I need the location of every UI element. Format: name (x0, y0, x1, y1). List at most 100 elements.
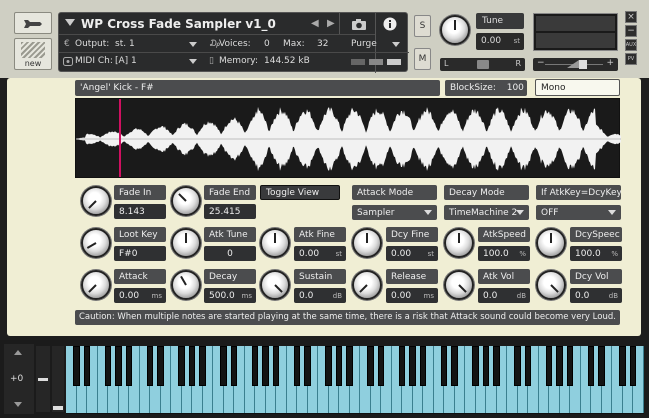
dcy-fine-knob[interactable] (352, 228, 382, 258)
pan-slider[interactable]: L R (440, 58, 525, 71)
atk-vol-knob[interactable] (444, 270, 474, 300)
channel-mode-button[interactable]: Mono (535, 79, 620, 96)
mute-button[interactable]: M (414, 48, 431, 70)
atk-vol-field[interactable]: 0.0 dB (478, 288, 530, 303)
black-key[interactable] (199, 346, 206, 386)
collapse-arrow-icon[interactable] (65, 19, 75, 27)
next-instrument-arrow-icon[interactable]: ▶ (327, 18, 335, 29)
release-knob[interactable] (352, 270, 382, 300)
black-key[interactable] (157, 346, 164, 386)
tune-knob[interactable] (440, 15, 470, 45)
black-key[interactable] (377, 346, 385, 386)
fade-in-knob[interactable] (81, 186, 111, 216)
black-key[interactable] (325, 346, 332, 386)
black-key[interactable] (598, 346, 605, 386)
black-key[interactable] (566, 346, 574, 386)
octave-down-icon[interactable] (14, 402, 22, 407)
black-key[interactable] (409, 346, 416, 386)
waveform-display[interactable] (75, 98, 621, 178)
sustain-field[interactable]: 0.0 dB (294, 288, 346, 303)
black-key[interactable] (272, 346, 280, 386)
blocksize-field[interactable]: BlockSize: 100 (445, 80, 527, 96)
minimize-button[interactable]: − (625, 25, 637, 37)
black-key[interactable] (587, 346, 595, 386)
atk-speed-knob[interactable] (444, 228, 474, 258)
attack-mode-dropdown[interactable]: Sampler (352, 205, 437, 220)
black-key[interactable] (629, 346, 637, 386)
pitch-wheel-handle[interactable] (38, 378, 48, 381)
midi-channel-value[interactable]: [A] 1 (115, 56, 137, 66)
loot-key-value[interactable]: F#0 (114, 246, 166, 261)
black-key[interactable] (125, 346, 133, 386)
atk-speed-field[interactable]: 100.0 % (478, 246, 530, 261)
attack-knob[interactable] (81, 270, 111, 300)
black-key[interactable] (251, 346, 259, 386)
fade-end-knob[interactable] (171, 186, 201, 216)
atk-tune-knob[interactable] (171, 228, 201, 258)
black-key[interactable] (524, 346, 532, 386)
black-key[interactable] (115, 346, 122, 386)
prev-instrument-arrow-icon[interactable]: ◀ (311, 18, 319, 29)
black-key[interactable] (346, 346, 353, 386)
black-key[interactable] (493, 346, 500, 386)
black-key[interactable] (440, 346, 448, 386)
wrench-button[interactable] (14, 12, 52, 34)
black-key[interactable] (419, 346, 427, 386)
toggle-view-button[interactable]: Toggle View (260, 185, 340, 200)
close-button[interactable]: × (625, 11, 637, 23)
black-key[interactable] (230, 346, 238, 386)
loot-key-knob[interactable] (81, 228, 111, 258)
black-key[interactable] (451, 346, 458, 386)
decay-mode-dropdown[interactable]: TimeMachine 2 (444, 205, 529, 220)
midi-dropdown-icon[interactable] (189, 59, 197, 64)
black-key[interactable] (619, 346, 626, 386)
info-icon[interactable] (383, 17, 397, 31)
black-key[interactable] (367, 346, 374, 386)
dcy-speed-field[interactable]: 100.0 % (570, 246, 622, 261)
atk-tune-value[interactable]: 0 (204, 246, 256, 261)
dcy-speed-knob[interactable] (536, 228, 566, 258)
pan-slider-handle[interactable] (477, 60, 489, 69)
black-key[interactable] (556, 346, 563, 386)
release-field[interactable]: 0.00 ms (386, 288, 438, 303)
black-key[interactable] (482, 346, 490, 386)
decay-knob[interactable] (171, 270, 201, 300)
camera-icon[interactable] (351, 18, 367, 30)
atk-fine-knob[interactable] (260, 228, 290, 258)
atk-fine-field[interactable]: 0.00 st (294, 246, 346, 261)
playhead-marker[interactable] (119, 99, 121, 177)
if-atkkey-dcykey-dropdown[interactable]: OFF (536, 205, 621, 220)
output-value[interactable]: st. 1 (115, 39, 135, 49)
dcy-fine-field[interactable]: 0.00 st (386, 246, 438, 261)
aux-button[interactable]: AUX (625, 39, 637, 51)
black-key[interactable] (104, 346, 112, 386)
purge-button[interactable]: Purge (351, 39, 377, 49)
black-key[interactable] (304, 346, 311, 386)
black-key[interactable] (398, 346, 406, 386)
new-button[interactable]: new (14, 38, 52, 70)
black-key[interactable] (514, 346, 521, 386)
decay-field[interactable]: 500.0 ms (204, 288, 256, 303)
sustain-knob[interactable] (260, 270, 290, 300)
black-key[interactable] (188, 346, 196, 386)
black-key[interactable] (293, 346, 301, 386)
black-key[interactable] (472, 346, 479, 386)
black-key[interactable] (262, 346, 269, 386)
solo-button[interactable]: S (414, 15, 431, 37)
black-key[interactable] (220, 346, 227, 386)
octave-up-icon[interactable] (14, 350, 22, 355)
piano-keyboard[interactable] (66, 346, 644, 414)
volume-slider[interactable]: − + (533, 58, 618, 71)
black-key[interactable] (73, 346, 80, 386)
tune-value-field[interactable]: 0.00 st (476, 33, 524, 50)
fade-end-value[interactable]: 25.415 (204, 204, 256, 219)
max-voices-value[interactable]: 32 (317, 39, 328, 49)
dcy-vol-field[interactable]: 0.0 dB (570, 288, 622, 303)
fade-in-value[interactable]: 8.143 (114, 204, 166, 219)
pv-button[interactable]: PV (625, 53, 637, 65)
output-dropdown-icon[interactable] (189, 42, 197, 47)
dcy-vol-knob[interactable] (536, 270, 566, 300)
black-key[interactable] (83, 346, 91, 386)
volume-slider-handle[interactable] (579, 60, 587, 69)
mod-wheel-handle[interactable] (53, 406, 63, 410)
